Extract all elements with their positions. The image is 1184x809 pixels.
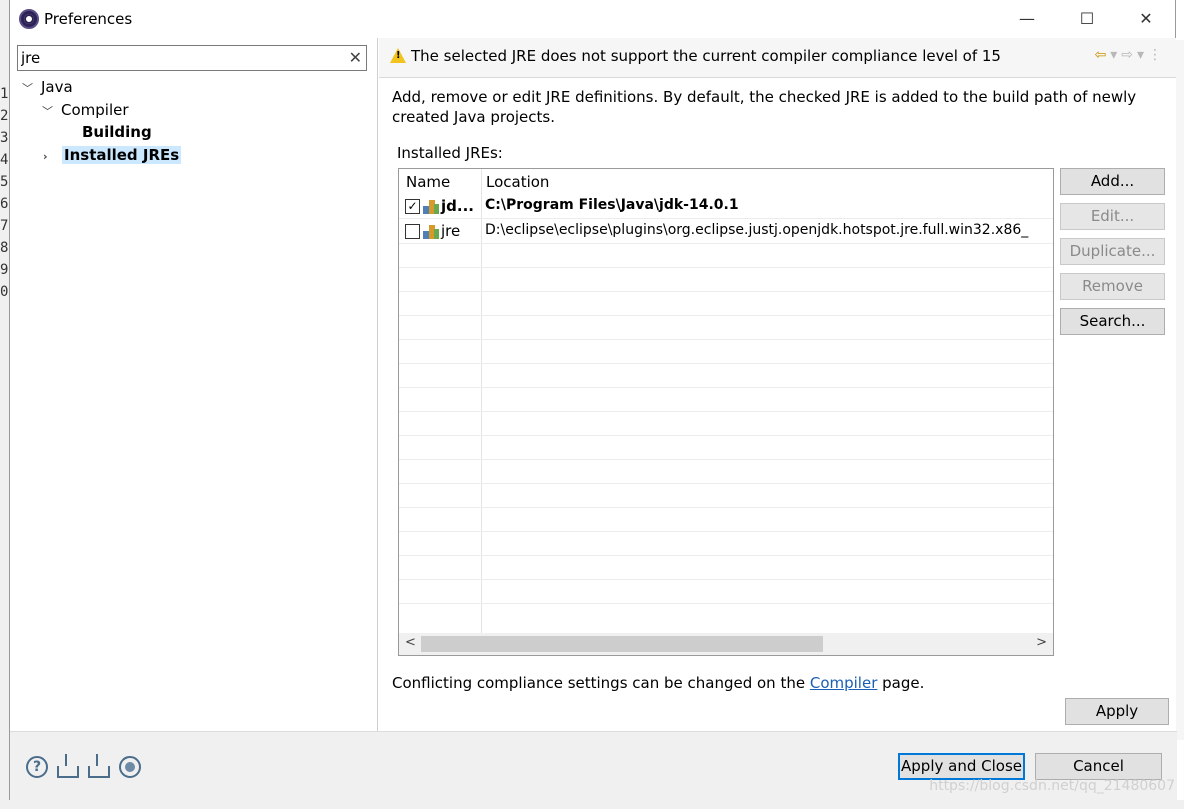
- jre-library-icon: [423, 200, 439, 214]
- installed-jres-table: Name Location ✓ jd... C:\Program Files\J…: [398, 168, 1054, 656]
- conflict-note: Conflicting compliance settings can be c…: [392, 674, 925, 692]
- apply-button[interactable]: Apply: [1065, 698, 1169, 725]
- forward-menu-icon[interactable]: ▾: [1137, 47, 1148, 63]
- table-row[interactable]: jre D:\eclipse\eclipse\plugins\org.eclip…: [399, 220, 1053, 244]
- page-header: ! The selected JRE does not support the …: [379, 38, 1176, 78]
- jre-library-icon: [423, 225, 439, 239]
- back-arrow-icon[interactable]: ⇦: [1094, 47, 1110, 63]
- close-button[interactable]: ✕: [1126, 6, 1166, 32]
- background-ide-strip: 1 2 3 4 5 6 7 8 9 0: [0, 0, 9, 809]
- edit-button[interactable]: Edit...: [1060, 203, 1165, 230]
- header-message: The selected JRE does not support the cu…: [411, 47, 1001, 65]
- chevron-down-icon[interactable]: ﹀: [42, 103, 56, 119]
- scrollbar-thumb[interactable]: [421, 636, 823, 652]
- jre-checkbox[interactable]: ✓: [405, 199, 420, 214]
- duplicate-button[interactable]: Duplicate...: [1060, 238, 1165, 265]
- table-row[interactable]: ✓ jd... C:\Program Files\Java\jdk-14.0.1: [399, 195, 1053, 219]
- jre-name: jre: [441, 222, 461, 240]
- window-title: Preferences: [44, 10, 133, 28]
- preference-tree-pane: ✕ ﹀ Java ﹀ Compiler Building › Installed JR…: [10, 38, 378, 731]
- apply-and-close-button[interactable]: Apply and Close: [898, 753, 1025, 780]
- record-icon[interactable]: [119, 756, 141, 778]
- background-ide-right: [1176, 40, 1184, 740]
- clear-filter-icon[interactable]: ✕: [349, 48, 362, 67]
- compiler-link[interactable]: Compiler: [810, 674, 878, 692]
- jre-location: C:\Program Files\Java\jdk-14.0.1: [485, 197, 739, 213]
- tree-item-label: Java: [41, 78, 73, 96]
- tree-item-label: Compiler: [61, 101, 129, 119]
- chevron-right-icon[interactable]: ›: [43, 150, 57, 163]
- more-options-icon[interactable]: ⋮: [1148, 47, 1166, 63]
- warning-icon: !: [390, 48, 406, 63]
- title-bar: Preferences — ☐ ✕: [10, 0, 1175, 38]
- maximize-button[interactable]: ☐: [1067, 6, 1107, 32]
- jre-location: D:\eclipse\eclipse\plugins\org.eclipse.j…: [485, 222, 1029, 238]
- watermark: https://blog.csdn.net/qq_21480607: [929, 778, 1175, 794]
- chevron-down-icon[interactable]: ﹀: [22, 80, 36, 96]
- cancel-button[interactable]: Cancel: [1035, 753, 1162, 780]
- preferences-dialog: Preferences — ☐ ✕ ✕ ﹀ Java ﹀ Compiler Buil…: [9, 0, 1177, 800]
- scroll-right-icon[interactable]: >: [1036, 635, 1047, 650]
- column-header-name[interactable]: Name: [406, 173, 450, 191]
- tree-item-building[interactable]: Building: [82, 123, 152, 141]
- forward-arrow-icon[interactable]: ⇨: [1121, 47, 1137, 63]
- add-button[interactable]: Add...: [1060, 168, 1165, 195]
- preference-page: ! The selected JRE does not support the …: [379, 38, 1176, 731]
- horizontal-scrollbar[interactable]: < >: [399, 633, 1053, 655]
- jre-name: jd...: [441, 197, 474, 215]
- jre-checkbox[interactable]: [405, 224, 420, 239]
- filter-box: ✕: [17, 45, 367, 71]
- remove-button[interactable]: Remove: [1060, 273, 1165, 300]
- dialog-footer: ? Apply and Close Cancel https://blog.cs…: [10, 731, 1177, 800]
- tree-item-installed-jres[interactable]: › Installed JREs: [43, 146, 182, 164]
- minimize-button[interactable]: —: [1007, 6, 1047, 32]
- export-icon[interactable]: [88, 754, 110, 778]
- import-icon[interactable]: [57, 754, 79, 778]
- installed-jres-label: Installed JREs:: [397, 144, 503, 162]
- background-ide-bottom: [0, 800, 1184, 809]
- filter-input[interactable]: [21, 48, 341, 68]
- history-nav: ⇦▾⇨▾⋮: [1094, 47, 1166, 63]
- tree-item-label: Building: [82, 123, 152, 141]
- column-header-location[interactable]: Location: [486, 173, 549, 191]
- search-button[interactable]: Search...: [1060, 308, 1165, 335]
- scroll-left-icon[interactable]: <: [405, 635, 416, 650]
- tree-item-java[interactable]: ﹀ Java: [22, 78, 73, 96]
- page-description: Add, remove or edit JRE definitions. By …: [392, 88, 1137, 126]
- help-icon[interactable]: ?: [26, 756, 48, 778]
- tree-item-label: Installed JREs: [62, 146, 182, 164]
- tree-item-compiler[interactable]: ﹀ Compiler: [42, 101, 129, 119]
- eclipse-icon: [19, 9, 39, 29]
- back-menu-icon[interactable]: ▾: [1110, 47, 1121, 63]
